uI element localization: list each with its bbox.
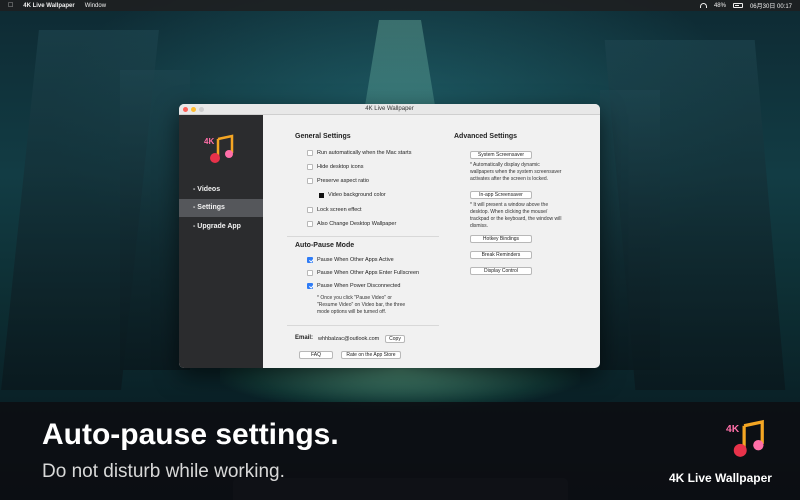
checkbox[interactable]: [307, 178, 313, 184]
close-window-button[interactable]: [183, 107, 188, 112]
option-label: Hide desktop icons: [317, 164, 364, 170]
banner-brand-name: 4K Live Wallpaper: [669, 471, 772, 485]
hotkey-bindings-button[interactable]: Hotkey Bindings: [470, 235, 532, 243]
faq-button[interactable]: FAQ: [299, 351, 333, 359]
note-line: wallpapers when the system screensaver: [470, 169, 562, 175]
music-note-logo-icon: 4K: [204, 134, 234, 163]
break-reminders-button[interactable]: Break Reminders: [470, 251, 532, 259]
battery-percent: 48%: [713, 2, 726, 9]
email-label: Email:: [295, 335, 314, 341]
option-pause-apps-active[interactable]: Pause When Other Apps Active: [307, 257, 394, 263]
menu-window[interactable]: Window: [85, 3, 106, 9]
note-line: desktop. When clicking the mouse/: [470, 209, 548, 215]
option-label: Pause When Power Disconnected: [317, 283, 401, 289]
battery-icon[interactable]: [732, 3, 743, 8]
note-line: * Once you click "Pause Video" or: [317, 295, 392, 301]
option-label: Run automatically when the Mac starts: [317, 150, 412, 156]
settings-window: 4K Live Wallpaper 4K - Videos - Settings…: [179, 104, 600, 368]
note-line: activates after the screen is locked.: [470, 176, 549, 182]
sidebar-item-upgrade[interactable]: - Upgrade App: [179, 218, 263, 236]
option-label: Lock screen effect: [317, 207, 362, 213]
checkbox[interactable]: [307, 150, 313, 156]
option-pause-power[interactable]: Pause When Power Disconnected: [307, 283, 400, 289]
checkbox[interactable]: [307, 207, 313, 213]
option-hide-desktop-icons[interactable]: Hide desktop icons: [307, 164, 363, 170]
section-divider: [287, 325, 439, 326]
rate-app-store-button[interactable]: Rate on the App Store: [341, 351, 401, 359]
option-video-bg-color[interactable]: Video background color: [319, 192, 386, 198]
svg-text:4K: 4K: [726, 424, 740, 435]
minimize-window-button[interactable]: [191, 107, 196, 112]
system-screensaver-note: * Automatically display dynamic wallpape…: [470, 162, 561, 183]
auto-pause-note: * Once you click "Pause Video" or "Resum…: [317, 295, 405, 316]
section-divider: [287, 236, 439, 237]
auto-pause-title: Auto-Pause Mode: [295, 242, 355, 249]
sidebar: 4K - Videos - Settings - Upgrade App: [179, 115, 263, 368]
system-screensaver-button[interactable]: System Screensaver: [470, 151, 532, 159]
banner-subline: Do not disturb while working.: [42, 461, 285, 482]
note-line: * It will present a window above the: [470, 202, 549, 208]
email-address: whhbalzac@outlook.com: [318, 336, 380, 342]
copy-email-button[interactable]: Copy: [385, 335, 405, 343]
option-label: Preserve aspect ratio: [317, 178, 369, 184]
option-change-desktop-wallpaper[interactable]: Also Change Desktop Wallpaper: [307, 221, 396, 227]
option-preserve-aspect[interactable]: Preserve aspect ratio: [307, 178, 369, 184]
option-label: Also Change Desktop Wallpaper: [317, 221, 397, 227]
checkbox[interactable]: [307, 221, 313, 227]
window-titlebar[interactable]: 4K Live Wallpaper: [179, 104, 600, 115]
banner-headline: Auto-pause settings.: [42, 418, 339, 451]
in-app-screensaver-button[interactable]: In-app Screensaver: [470, 191, 532, 199]
note-line: mode options will be turned off.: [317, 309, 387, 315]
ruin-pillar-right-inner: [600, 90, 660, 370]
window-controls: [183, 107, 204, 112]
advanced-settings-title: Advanced Settings: [454, 133, 518, 140]
note-line: "Resume Video" on Video bar, the three: [317, 302, 406, 308]
menu-status-area: 48% 06月30日 00:17: [699, 1, 792, 10]
settings-content: General Settings Run automatically when …: [263, 115, 600, 368]
note-line: dismiss.: [470, 223, 489, 229]
menu-datetime[interactable]: 06月30日 00:17: [750, 1, 792, 10]
in-app-screensaver-note: * It will present a window above the des…: [470, 202, 561, 230]
music-note-logo-icon: 4K: [726, 419, 764, 457]
apple-icon[interactable]: : [8, 2, 13, 9]
note-line: * Automatically display dynamic: [470, 162, 540, 168]
checkbox-checked[interactable]: [307, 283, 313, 289]
option-label: Video background color: [328, 192, 386, 198]
checkbox[interactable]: [307, 270, 313, 276]
sidebar-item-videos[interactable]: - Videos: [179, 181, 263, 199]
display-control-button[interactable]: Display Control: [470, 267, 532, 275]
option-pause-fullscreen[interactable]: Pause When Other Apps Enter Fullscreen: [307, 270, 419, 276]
note-line: trackpad or the keyboard, the window wil…: [470, 216, 562, 222]
option-lock-screen-effect[interactable]: Lock screen effect: [307, 207, 362, 213]
option-label: Pause When Other Apps Enter Fullscreen: [317, 270, 420, 276]
option-run-at-login[interactable]: Run automatically when the Mac starts: [307, 150, 411, 156]
color-swatch[interactable]: [319, 192, 324, 198]
wifi-icon[interactable]: [699, 3, 707, 8]
checkbox-checked[interactable]: [307, 257, 313, 263]
svg-text:4K: 4K: [204, 137, 214, 146]
menu-app-name[interactable]: 4K Live Wallpaper: [23, 3, 74, 9]
zoom-window-button[interactable]: [199, 107, 204, 112]
checkbox[interactable]: [307, 164, 313, 170]
sidebar-item-settings[interactable]: - Settings: [179, 199, 263, 217]
menu-bar:  4K Live Wallpaper Window 48% 06月30日 00…: [0, 0, 800, 11]
window-title: 4K Live Wallpaper: [365, 106, 414, 112]
option-label: Pause When Other Apps Active: [317, 257, 394, 263]
general-settings-title: General Settings: [295, 133, 351, 140]
